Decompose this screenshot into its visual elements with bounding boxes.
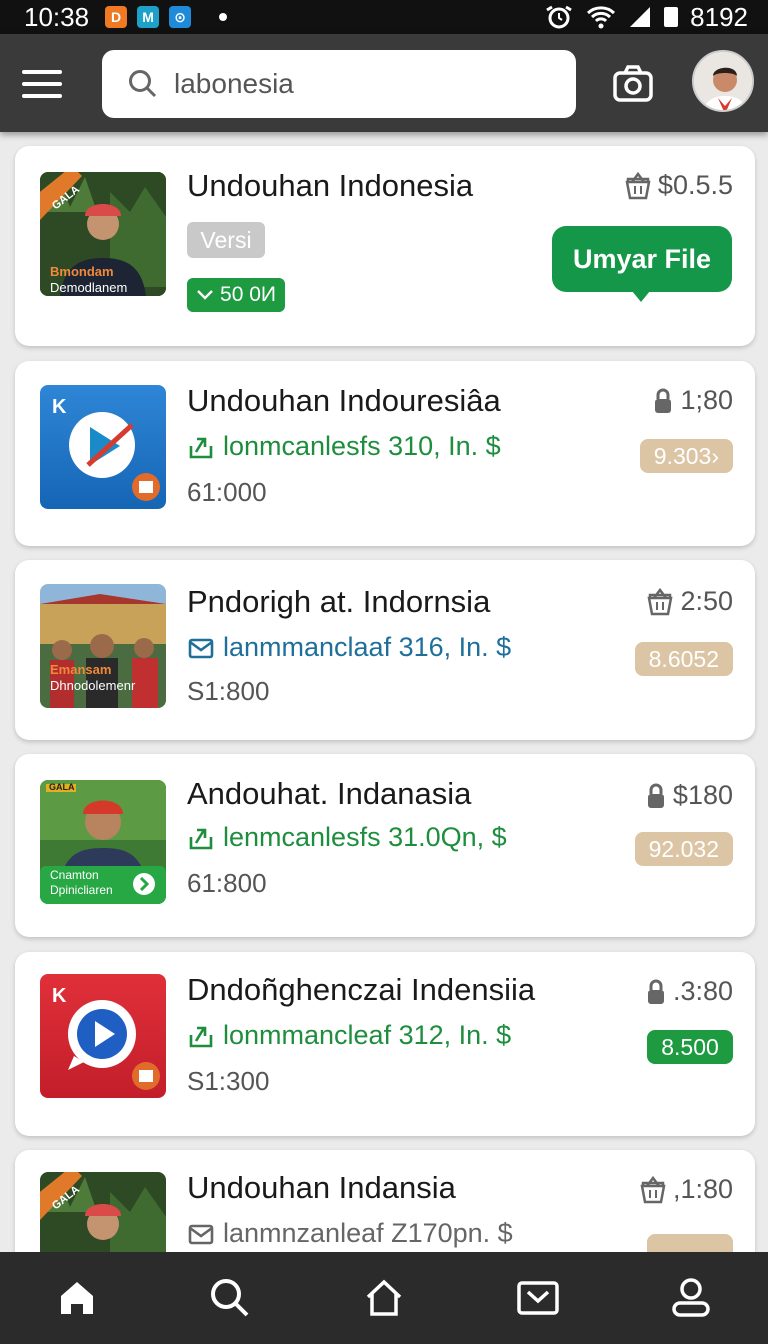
nav-search-icon[interactable]: [200, 1268, 260, 1328]
thumb-corner-label: GALA: [49, 782, 75, 792]
list-item[interactable]: K Undouhan Indouresiâa lonmcanlesfs 310,…: [15, 361, 755, 546]
item-title: Dndoñghenczai Indensiia: [187, 972, 536, 1007]
app-thumbnail: GALA: [40, 1172, 166, 1252]
notification-dot-icon: [219, 13, 228, 21]
featured-price: $0.5.5: [624, 170, 733, 201]
thumb-caption-bottom: Demodlanem: [50, 280, 128, 295]
lock-icon: [655, 388, 672, 413]
battery-icon: [664, 7, 679, 27]
top-app-bar: [0, 34, 768, 132]
search-input[interactable]: [174, 68, 554, 100]
basket-icon: [647, 587, 673, 615]
nav-profile-icon[interactable]: [661, 1268, 721, 1328]
download-list: GALA Bmondam Demodlanem Undouhan Indones…: [0, 132, 768, 1252]
chevron-down-icon: [197, 290, 213, 300]
nav-house-outline-icon[interactable]: [354, 1268, 414, 1328]
item-badge: 8.6052: [634, 642, 733, 676]
item-subtitle-text: lonmcanlesfs 310, In. $: [223, 431, 501, 461]
bottom-navigation: [0, 1252, 768, 1344]
alarm-icon: [546, 5, 572, 29]
item-subtitle: lanmmanclaaf 316, In. $: [187, 632, 511, 663]
version-chip: Versi: [187, 222, 265, 258]
item-subtitle: lanmnzanleaf Z170pn. $: [187, 1218, 513, 1249]
share-up-icon: [189, 1026, 213, 1047]
status-right-text: 8192: [690, 1, 748, 32]
notification-orange-icon: D: [105, 6, 128, 28]
list-item[interactable]: GALA Cnamton Dpinicliaren Andouhat. Inda…: [15, 754, 755, 937]
item-price: ,1:80: [639, 1174, 733, 1205]
list-item[interactable]: K Dndoñghenczai Indensiia lonmmancleaf 3…: [15, 952, 755, 1136]
nav-home-icon[interactable]: [47, 1268, 107, 1328]
notification-blue-icon: ⊙: [169, 6, 192, 28]
mail-icon: [188, 1224, 214, 1244]
download-file-button[interactable]: Umyar File: [552, 226, 732, 302]
item-badge: 92.032: [634, 832, 733, 866]
item-price: .3:80: [645, 976, 733, 1007]
signal-icon: [630, 7, 651, 27]
thumb-caption-bottom: Dpinicliaren: [50, 883, 113, 897]
thumb-caption-top: Emansam: [50, 662, 112, 677]
app-thumbnail: K: [40, 385, 166, 509]
search-box[interactable]: [102, 50, 576, 118]
svg-text:K: K: [52, 985, 67, 1007]
status-bar: 10:38 D M ⊙ 8192: [0, 0, 768, 34]
item-badge: [647, 1234, 733, 1252]
notification-teal-icon: M: [137, 6, 160, 28]
item-subtitle: lonmmancleaf 312, In. $: [187, 1020, 511, 1051]
share-up-icon: [189, 828, 213, 849]
item-subtitle-text: lenmcanlesfs 31.0Qn, $: [223, 822, 507, 852]
item-size: 61:800: [187, 868, 267, 898]
status-time: 10:38: [24, 1, 90, 32]
featured-card[interactable]: GALA Bmondam Demodlanem Undouhan Indones…: [15, 146, 755, 346]
mail-icon: [188, 638, 214, 658]
featured-price-value: $0.5.5: [657, 170, 733, 200]
item-price-value: ,1:80: [672, 1174, 733, 1204]
search-icon: [129, 70, 157, 98]
item-size: 61:000: [187, 477, 267, 507]
item-subtitle-text: lanmmanclaaf 316, In. $: [223, 632, 512, 662]
wifi-icon: [587, 6, 616, 29]
item-title: Pndorigh at. Indornsia: [187, 584, 491, 619]
thumb-caption-top: Bmondam: [50, 264, 114, 279]
item-price: 1;80: [652, 385, 733, 416]
app-thumbnail: Emansam Dhnodolemenr: [40, 584, 166, 708]
share-up-icon: [189, 437, 213, 458]
item-badge: 9.303›: [639, 439, 733, 473]
nav-inbox-icon[interactable]: [508, 1268, 568, 1328]
item-size: S1:300: [187, 1066, 270, 1096]
thumb-caption-bottom: Dhnodolemenr: [50, 678, 136, 693]
item-price: $180: [645, 780, 733, 811]
basket-icon: [625, 171, 651, 199]
item-size: S1:800: [187, 676, 270, 706]
app-thumbnail: K: [40, 974, 166, 1098]
app-thumbnail: GALA Cnamton Dpinicliaren: [40, 780, 166, 904]
item-subtitle-text: lanmnzanleaf Z170pn. $: [223, 1218, 513, 1248]
item-price: 2:50: [646, 586, 733, 617]
item-title: Undouhan Indansia: [187, 1170, 456, 1205]
count-chip-label: 50 0И: [220, 283, 276, 306]
item-subtitle: lenmcanlesfs 31.0Qn, $: [187, 822, 507, 853]
camera-icon[interactable]: [612, 64, 654, 104]
item-price-value: 2:50: [680, 586, 733, 616]
svg-text:K: K: [52, 396, 67, 418]
thumb-caption-top: Cnamton: [50, 868, 99, 882]
item-badge: 8.500: [647, 1030, 733, 1064]
list-item[interactable]: Emansam Dhnodolemenr Pndorigh at. Indorn…: [15, 560, 755, 740]
item-title: Undouhan Indouresiâa: [187, 383, 501, 418]
avatar[interactable]: [692, 50, 754, 112]
item-price-value: 1;80: [680, 385, 733, 415]
count-chip: 50 0И: [187, 278, 285, 312]
featured-title: Undouhan Indonesia: [187, 168, 474, 203]
hamburger-menu-icon[interactable]: [22, 70, 62, 98]
lock-icon: [647, 783, 664, 808]
basket-icon: [640, 1175, 666, 1203]
list-item[interactable]: GALA Undouhan Indansia lanmnzanleaf Z170…: [15, 1150, 755, 1252]
item-subtitle-text: lonmmancleaf 312, In. $: [223, 1020, 512, 1050]
featured-thumbnail: GALA Bmondam Demodlanem: [40, 172, 166, 296]
item-price-value: $180: [672, 780, 733, 810]
lock-icon: [647, 979, 664, 1004]
item-title: Andouhat. Indanasia: [187, 776, 472, 811]
item-price-value: .3:80: [672, 976, 733, 1006]
item-subtitle: lonmcanlesfs 310, In. $: [187, 431, 501, 462]
